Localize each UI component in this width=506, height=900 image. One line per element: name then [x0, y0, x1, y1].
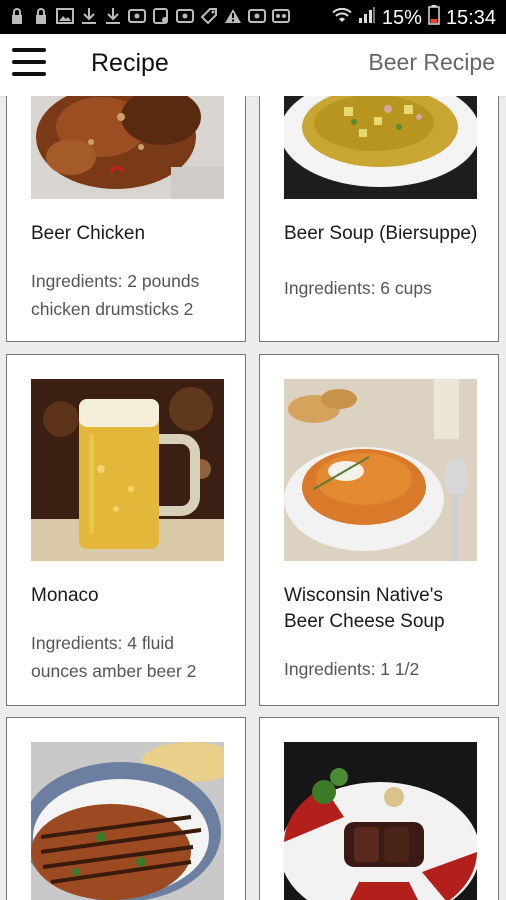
- image-notification-icon: [56, 7, 74, 25]
- recipe-image-grilled-fish: [31, 742, 224, 900]
- recipe-card[interactable]: Beer Chicken Ingredients: 2 pounds chick…: [6, 96, 246, 342]
- recipe-card[interactable]: [259, 717, 499, 900]
- battery-percent: 15%: [381, 6, 422, 29]
- system-status: 15% 15:34: [332, 5, 496, 31]
- recipe-title: Monaco: [31, 585, 99, 606]
- lock-notification-icon: [32, 7, 50, 25]
- recipe-card[interactable]: Wisconsin Native's Beer Cheese Soup Ingr…: [259, 354, 499, 706]
- recipe-card[interactable]: Beer Soup (Biersuppe) Ingredients: 6 cup…: [259, 96, 499, 342]
- signal-icon: [358, 6, 376, 30]
- recipe-title: Beer Chicken: [31, 223, 146, 244]
- recipe-ingredients: Ingredients: 1 1/2: [284, 659, 420, 679]
- battery-icon: [428, 5, 440, 31]
- status-bar: 15% 15:34: [0, 0, 506, 34]
- recipe-card[interactable]: [6, 717, 246, 900]
- app-notification-icon: [152, 7, 170, 25]
- recipe-image-monaco: [31, 379, 224, 561]
- recipe-image-beer-chicken: [31, 96, 224, 199]
- recipe-ingredients: Ingredients: 6 cups: [284, 278, 432, 298]
- notification-icons: [8, 7, 290, 25]
- recipe-title: Wisconsin Native's Beer Cheese Soup: [284, 585, 445, 632]
- lock-notification-icon: [8, 7, 26, 25]
- app-notification-icon: [272, 7, 290, 25]
- app-bar: Recipe Beer Recipe: [0, 34, 506, 97]
- recipe-ingredients: Ingredients: 2 pounds chicken drumsticks…: [31, 271, 200, 319]
- page-title: Recipe: [91, 49, 169, 77]
- recipe-title: Beer Soup (Biersuppe): [284, 223, 478, 244]
- recipe-card[interactable]: Monaco Ingredients: 4 fluid ounces amber…: [6, 354, 246, 706]
- download-icon: [104, 7, 122, 25]
- message-notification-icon: [248, 7, 266, 25]
- warning-icon: [224, 7, 242, 25]
- recipe-image-beer-cheese-soup: [284, 379, 477, 561]
- wifi-icon: [332, 6, 352, 30]
- download-icon: [80, 7, 98, 25]
- recipe-image-steak: [284, 742, 477, 900]
- recipe-grid: Beer Chicken Ingredients: 2 pounds chick…: [0, 96, 506, 900]
- recipe-ingredients: Ingredients: 4 fluid ounces amber beer 2: [31, 633, 197, 681]
- tag-notification-icon: [200, 7, 218, 25]
- recipe-image-beer-soup: [284, 96, 477, 199]
- message-notification-icon: [128, 7, 146, 25]
- message-notification-icon: [176, 7, 194, 25]
- clock: 15:34: [445, 6, 496, 29]
- app-subtitle: Beer Recipe: [368, 49, 495, 75]
- hamburger-menu-icon[interactable]: [12, 48, 50, 82]
